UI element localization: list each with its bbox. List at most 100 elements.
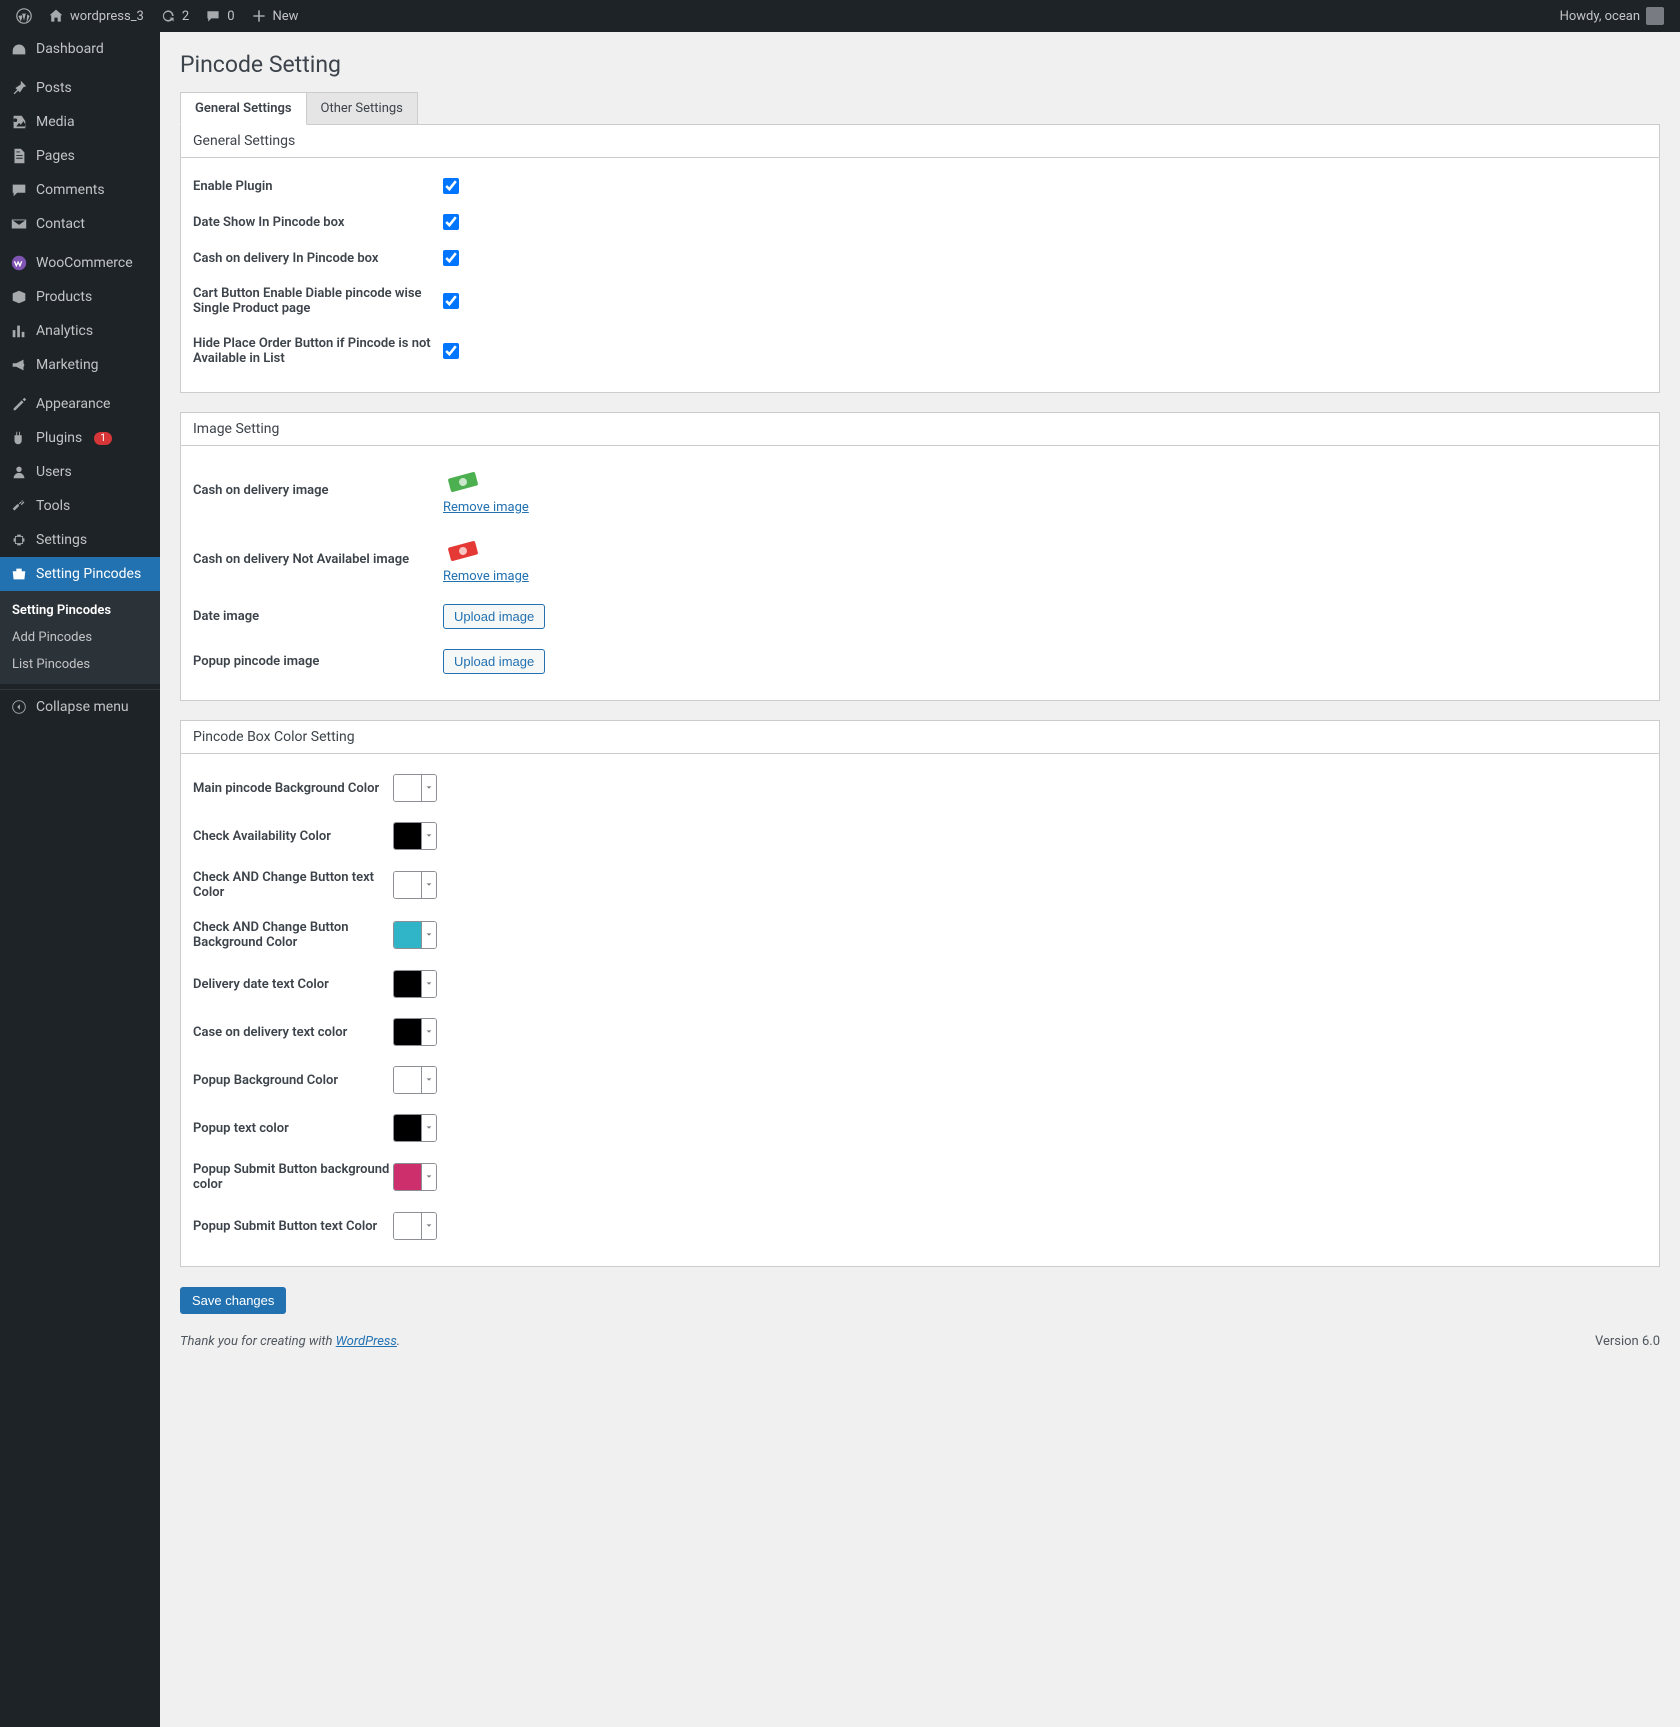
color-picker[interactable]: [393, 970, 437, 998]
mail-icon: [10, 215, 28, 233]
color-swatch: [394, 1114, 422, 1142]
sidebar-item-tools[interactable]: Tools: [0, 489, 160, 523]
chevron-down-icon: [422, 1114, 436, 1142]
chevron-down-icon: [422, 921, 436, 949]
checkbox-1[interactable]: [443, 214, 459, 230]
color-picker[interactable]: [393, 1212, 437, 1240]
color-swatch: [394, 970, 422, 998]
color-picker[interactable]: [393, 822, 437, 850]
save-changes-button[interactable]: Save changes: [180, 1287, 286, 1314]
sidebar-item-label: Marketing: [36, 357, 99, 373]
wp-logo[interactable]: [8, 0, 40, 32]
color-picker[interactable]: [393, 1114, 437, 1142]
color-swatch: [394, 774, 422, 802]
checkbox-2[interactable]: [443, 250, 459, 266]
sidebar-item-label: Dashboard: [36, 41, 104, 57]
analytics-icon: [10, 322, 28, 340]
sidebar-item-contact[interactable]: Contact: [0, 207, 160, 241]
color-picker[interactable]: [393, 871, 437, 899]
howdy-label: Howdy, ocean: [1560, 9, 1640, 24]
field-label: Popup text color: [193, 1121, 393, 1136]
field-label: Popup Submit Button text Color: [193, 1219, 393, 1234]
field-label: Cash on delivery Not Availabel image: [193, 552, 443, 567]
sidebar-item-label: Comments: [36, 182, 105, 198]
sidebar-item-dashboard[interactable]: Dashboard: [0, 32, 160, 66]
field-label: Case on delivery text color: [193, 1025, 393, 1040]
avatar: [1646, 7, 1664, 25]
sidebar-item-label: Setting Pincodes: [36, 566, 141, 582]
submenu-setting-pincodes[interactable]: Setting Pincodes: [0, 597, 160, 624]
submenu-list-pincodes[interactable]: List Pincodes: [0, 651, 160, 678]
sidebar-item-setting-pincodes[interactable]: Setting Pincodes: [0, 557, 160, 591]
appearance-icon: [10, 395, 28, 413]
new-link[interactable]: New: [243, 0, 307, 32]
footer-version: Version 6.0: [1595, 1334, 1660, 1349]
sidebar-item-label: Products: [36, 289, 92, 305]
cash-red-icon: [443, 535, 483, 565]
sidebar-item-label: Analytics: [36, 323, 93, 339]
comments-count: 0: [227, 9, 234, 24]
color-picker[interactable]: [393, 1066, 437, 1094]
collapse-icon: [10, 698, 28, 716]
sidebar-item-plugins[interactable]: Plugins 1: [0, 421, 160, 455]
sidebar-item-analytics[interactable]: Analytics: [0, 314, 160, 348]
field-label: Date image: [193, 609, 443, 624]
sidebar-item-marketing[interactable]: Marketing: [0, 348, 160, 382]
color-picker[interactable]: [393, 1163, 437, 1191]
sidebar-item-settings[interactable]: Settings: [0, 523, 160, 557]
howdy-link[interactable]: Howdy, ocean: [1552, 0, 1672, 32]
sidebar-item-label: WooCommerce: [36, 255, 133, 271]
chevron-down-icon: [422, 1163, 436, 1191]
footer-thankyou: Thank you for creating with WordPress.: [180, 1334, 400, 1349]
sidebar-item-label: Pages: [36, 148, 75, 164]
collapse-label: Collapse menu: [36, 699, 129, 715]
color-picker[interactable]: [393, 921, 437, 949]
tab-other-settings[interactable]: Other Settings: [306, 92, 418, 125]
postbox-image: Image Setting Cash on delivery imageRemo…: [180, 412, 1660, 701]
comment-icon: [10, 181, 28, 199]
sidebar-item-posts[interactable]: Posts: [0, 71, 160, 105]
sidebar-item-label: Posts: [36, 80, 72, 96]
color-picker[interactable]: [393, 774, 437, 802]
pin-icon: [10, 79, 28, 97]
color-picker[interactable]: [393, 1018, 437, 1046]
color-swatch: [394, 1163, 422, 1191]
sidebar-item-label: Appearance: [36, 396, 110, 412]
sidebar-item-label: Plugins: [36, 430, 82, 446]
checkbox-4[interactable]: [443, 343, 459, 359]
upload-image-button[interactable]: Upload image: [443, 649, 545, 674]
users-icon: [10, 463, 28, 481]
sidebar-item-pages[interactable]: Pages: [0, 139, 160, 173]
chevron-down-icon: [422, 970, 436, 998]
sidebar-item-woocommerce[interactable]: WooCommerce: [0, 246, 160, 280]
sidebar-item-users[interactable]: Users: [0, 455, 160, 489]
checkbox-3[interactable]: [443, 293, 459, 309]
sidebar-item-products[interactable]: Products: [0, 280, 160, 314]
field-label: Check Availability Color: [193, 829, 393, 844]
postbox-color-header: Pincode Box Color Setting: [181, 721, 1659, 754]
sidebar-item-media[interactable]: Media: [0, 105, 160, 139]
remove-image-link[interactable]: Remove image: [443, 569, 529, 584]
field-label: Enable Plugin: [193, 179, 443, 194]
comments-link[interactable]: 0: [197, 0, 242, 32]
tab-general-settings[interactable]: General Settings: [180, 92, 307, 125]
site-link[interactable]: wordpress_3: [40, 0, 152, 32]
color-swatch: [394, 871, 422, 899]
remove-image-link[interactable]: Remove image: [443, 500, 529, 515]
field-label: Check AND Change Button Background Color: [193, 920, 393, 950]
checkbox-0[interactable]: [443, 178, 459, 194]
collapse-menu[interactable]: Collapse menu: [0, 689, 160, 724]
cash-green-icon: [443, 466, 483, 496]
footer-wordpress-link[interactable]: WordPress: [336, 1334, 397, 1349]
products-icon: [10, 288, 28, 306]
color-swatch: [394, 1212, 422, 1240]
postbox-color: Pincode Box Color Setting Main pincode B…: [180, 720, 1660, 1267]
field-label: Popup Submit Button background color: [193, 1162, 393, 1192]
upload-image-button[interactable]: Upload image: [443, 604, 545, 629]
updates-link[interactable]: 2: [152, 0, 197, 32]
field-label: Cart Button Enable Diable pincode wise S…: [193, 286, 443, 316]
sidebar-item-comments[interactable]: Comments: [0, 173, 160, 207]
field-label: Main pincode Background Color: [193, 781, 393, 796]
submenu-add-pincodes[interactable]: Add Pincodes: [0, 624, 160, 651]
sidebar-item-appearance[interactable]: Appearance: [0, 387, 160, 421]
